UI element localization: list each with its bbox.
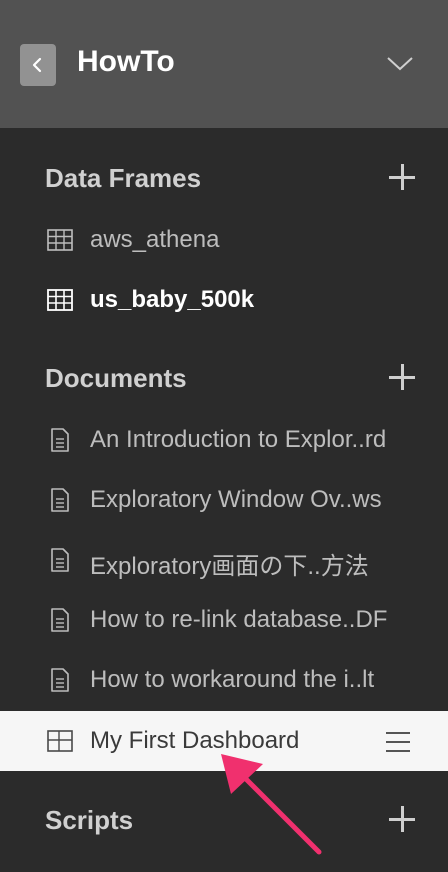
document-label: Exploratory画面の下..方法 (90, 553, 369, 580)
document-icon (51, 548, 69, 572)
document-label: How to workaround the i..lt (90, 666, 375, 693)
document-icon (51, 608, 69, 632)
section-title-documents: Documents (45, 363, 187, 393)
project-header: HowTo (0, 0, 448, 128)
add-data-frame-button[interactable] (389, 164, 415, 190)
document-item[interactable]: How to re-link database..DF (0, 590, 448, 650)
data-frame-item[interactable]: aws_athena (0, 210, 448, 270)
chevron-down-icon[interactable] (386, 54, 414, 72)
data-frame-item-active[interactable]: us_baby_500k (0, 270, 448, 330)
document-icon (51, 428, 69, 452)
data-frame-label: aws_athena (90, 226, 220, 253)
add-script-button[interactable] (389, 806, 415, 832)
document-label: Exploratory Window Ov..ws (90, 486, 382, 513)
data-frame-label: us_baby_500k (90, 286, 255, 313)
table-icon (47, 229, 73, 251)
document-item[interactable]: Exploratory画面の下..方法 (0, 530, 448, 590)
annotation-arrow-icon (221, 754, 322, 855)
document-item[interactable]: An Introduction to Explor..rd (0, 410, 448, 470)
chevron-left-icon (32, 57, 42, 73)
table-icon (47, 289, 73, 311)
back-button[interactable] (20, 44, 56, 86)
document-label: How to re-link database..DF (90, 606, 388, 633)
add-document-button[interactable] (389, 364, 415, 390)
document-icon (51, 488, 69, 512)
section-title-data-frames: Data Frames (45, 163, 202, 193)
document-item[interactable]: Exploratory Window Ov..ws (0, 470, 448, 530)
section-title-scripts: Scripts (45, 805, 134, 835)
document-icon (51, 668, 69, 692)
dashboard-icon (47, 730, 73, 752)
document-label: An Introduction to Explor..rd (90, 426, 387, 453)
document-item[interactable]: How to workaround the i..lt (0, 650, 448, 710)
hamburger-menu-icon[interactable] (385, 731, 411, 753)
project-title: HowTo (77, 45, 175, 78)
